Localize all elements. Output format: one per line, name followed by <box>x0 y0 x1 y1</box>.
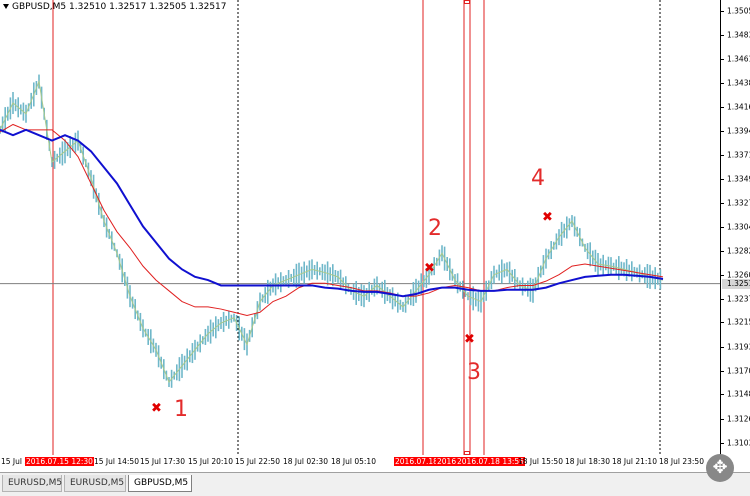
annotation-2: 2 <box>428 216 442 241</box>
price-label: 1.32825 <box>727 246 750 256</box>
symbol-label: GBPUSD,M5 <box>12 2 67 12</box>
price-label: 1.33940 <box>727 126 750 136</box>
price-tick <box>721 418 724 420</box>
ma-fast-line <box>0 123 664 317</box>
chart-area[interactable]: GBPUSD,M5 1.32510 1.32517 1.32505 1.3251… <box>0 0 720 455</box>
price-tick <box>721 106 724 108</box>
time-label: 18 Jul 15:50 <box>518 457 563 466</box>
price-label: 1.33045 <box>727 222 750 232</box>
price-label: 1.34385 <box>727 78 750 88</box>
price-label: 1.33270 <box>727 198 750 208</box>
current-price-label: 1.32517 <box>722 278 750 289</box>
price-label: 1.34830 <box>727 30 750 40</box>
price-tick <box>721 370 724 372</box>
price-label: 1.31485 <box>727 389 750 399</box>
price-line <box>0 79 664 384</box>
price-chart[interactable] <box>0 0 720 455</box>
cross-marker-icon: ✖ <box>542 210 553 225</box>
time-axis[interactable]: 15 Jul 2 2016.07.15 12:30 15 Jul 14:50 1… <box>0 455 720 472</box>
price-tick <box>721 155 724 157</box>
tab-eurusd-1[interactable]: EURUSD,M5 <box>2 475 62 492</box>
price-label: 1.31930 <box>727 342 750 352</box>
time-label: 18 Jul 05:10 <box>331 457 376 466</box>
price-label: 1.35055 <box>727 6 750 16</box>
price-tick <box>721 83 724 85</box>
price-tick <box>721 322 724 324</box>
time-highlight: 2016.07.15 12:30 <box>25 457 94 466</box>
tab-eurusd-2[interactable]: EURUSD,M5 <box>64 475 126 492</box>
price-label: 1.33715 <box>727 150 750 160</box>
time-label: 18 Jul 02:30 <box>283 457 328 466</box>
line-handle <box>464 0 470 4</box>
price-tick <box>721 442 724 444</box>
price-label: 1.32155 <box>727 317 750 327</box>
price-tick <box>721 130 724 132</box>
cross-marker-icon: ✖ <box>464 332 475 347</box>
time-label: 18 Jul 23:50 <box>659 457 704 466</box>
price-tick <box>721 35 724 37</box>
price-axis[interactable]: 1.35055 1.34830 1.34610 1.34385 1.34165 1.339… <box>720 0 750 455</box>
price-tick <box>721 11 724 13</box>
price-tick <box>721 202 724 204</box>
price-label: 1.34610 <box>727 54 750 64</box>
time-label: 18 Jul 21:10 <box>612 457 657 466</box>
price-tick <box>721 59 724 61</box>
price-tick <box>721 178 724 180</box>
price-tick <box>721 274 724 276</box>
price-label: 1.31260 <box>727 414 750 423</box>
time-label: 15 Jul 17:30 <box>140 457 185 466</box>
price-label: 1.34165 <box>727 102 750 112</box>
chart-title: GBPUSD,M5 1.32510 1.32517 1.32505 1.3251… <box>3 2 227 12</box>
tab-gbpusd[interactable]: GBPUSD,M5 <box>128 475 192 492</box>
price-label: 1.32375 <box>727 294 750 304</box>
price-tick <box>721 250 724 252</box>
price-label: 1.31705 <box>727 366 750 376</box>
price-tick <box>721 226 724 228</box>
annotation-4: 4 <box>531 166 545 191</box>
collapse-arrow-icon[interactable] <box>3 4 9 9</box>
cross-marker-icon: ✖ <box>424 261 435 276</box>
time-label: 15 Jul 22:50 <box>235 457 280 466</box>
price-tick <box>721 298 724 300</box>
time-label: 15 Jul 14:50 <box>94 457 139 466</box>
annotation-3: 3 <box>467 360 481 385</box>
cross-marker-icon: ✖ <box>151 401 162 416</box>
price-tick <box>721 346 724 348</box>
time-highlight: 2016.07.18 13:55 <box>456 457 525 466</box>
price-tick <box>721 394 724 396</box>
move-icon[interactable] <box>706 454 734 482</box>
ohlc-values: 1.32510 1.32517 1.32505 1.32517 <box>69 2 227 12</box>
price-label: 1.33495 <box>727 174 750 184</box>
price-label: 1.31035 <box>727 438 750 448</box>
time-label: 15 Jul 20:10 <box>188 457 233 466</box>
symbol-tab-bar: EURUSD,M5 EURUSD,M5 GBPUSD,M5 <box>0 472 750 496</box>
annotation-1: 1 <box>174 397 188 422</box>
time-label: 18 Jul 18:30 <box>565 457 610 466</box>
